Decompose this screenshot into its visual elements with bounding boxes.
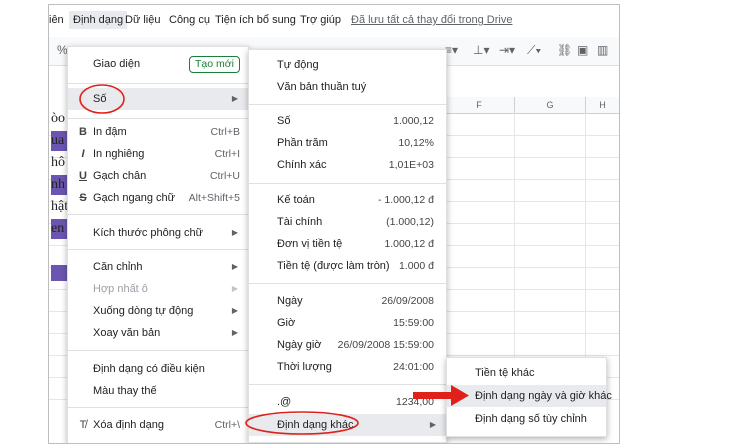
red-arrow-icon <box>413 385 469 406</box>
highlight-circle-number <box>79 84 125 114</box>
highlight-circle-more-formats <box>245 411 359 435</box>
sheets-window: iên Định dạng Dữ liệu Công cụ Tiện ích b… <box>48 4 620 444</box>
annotation-layer <box>79 84 469 435</box>
